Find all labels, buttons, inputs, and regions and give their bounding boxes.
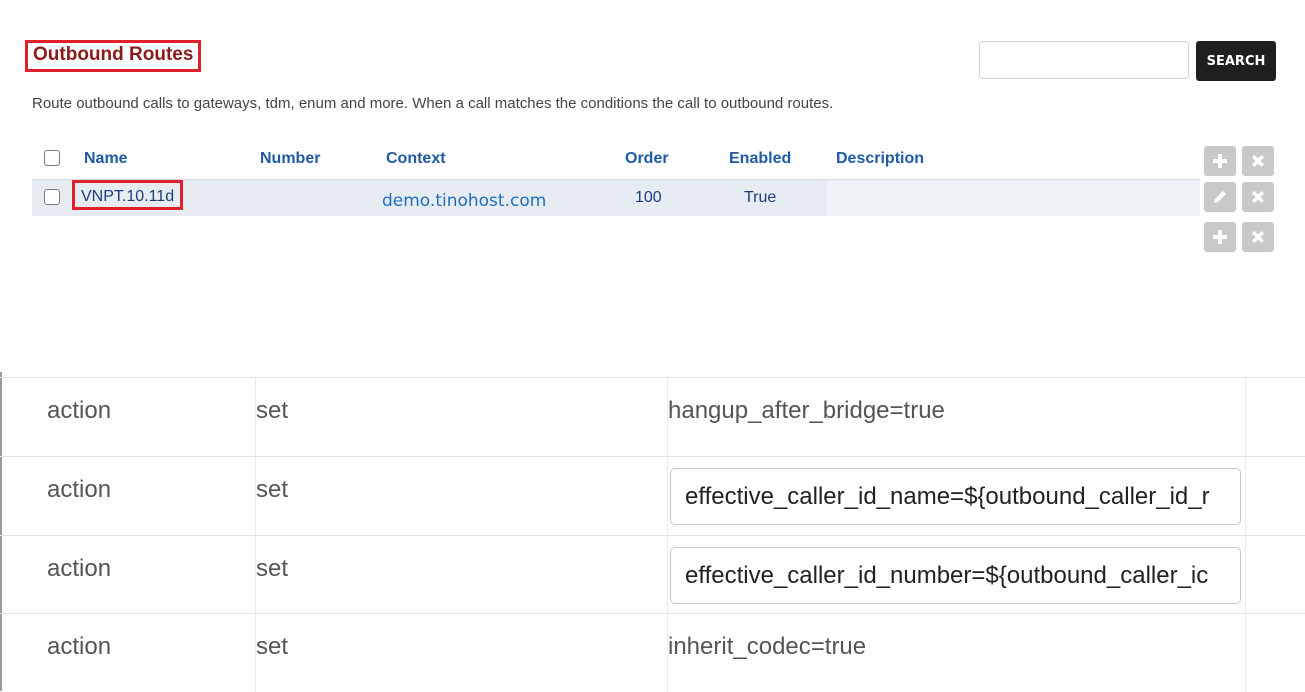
select-all-checkbox[interactable]: [44, 150, 60, 166]
column-header-context[interactable]: Context: [386, 141, 446, 177]
column-header-order[interactable]: Order: [625, 141, 669, 177]
row-name-link[interactable]: VNPT.10.11d: [72, 180, 184, 210]
column-header-name[interactable]: Name: [84, 141, 128, 177]
x-icon: [1250, 229, 1266, 245]
detail-row: action set inherit_codec=true: [0, 613, 1305, 692]
detail-type: set: [256, 555, 289, 582]
edit-row-button[interactable]: [1204, 182, 1236, 212]
delete-selected-button-bottom[interactable]: [1242, 222, 1274, 252]
add-button[interactable]: [1204, 146, 1236, 176]
delete-selected-button[interactable]: [1242, 146, 1274, 176]
detail-type: set: [256, 633, 289, 660]
detail-row: action set effective_caller_id_name=${ou…: [0, 456, 1305, 535]
detail-row: action set hangup_after_bridge=true: [0, 377, 1305, 456]
row-context: demo.tinohost.com: [382, 191, 547, 211]
detail-data-input[interactable]: effective_caller_id_number=${outbound_ca…: [670, 547, 1241, 604]
row-order: 100: [635, 189, 662, 206]
detail-tag: action: [47, 555, 112, 582]
search-button[interactable]: SEARCH: [1196, 41, 1276, 81]
column-header-number[interactable]: Number: [260, 141, 320, 177]
plus-icon: [1212, 153, 1228, 169]
detail-tag: action: [47, 476, 112, 503]
row-description-cell: [827, 180, 1200, 216]
detail-tag: action: [47, 633, 112, 660]
page-description: Route outbound calls to gateways, tdm, e…: [32, 95, 834, 112]
table-header: Name Number Context Order Enabled Descri…: [32, 141, 1200, 177]
detail-data-input[interactable]: effective_caller_id_name=${outbound_call…: [670, 468, 1241, 525]
column-header-enabled[interactable]: Enabled: [729, 141, 791, 177]
column-header-description[interactable]: Description: [836, 141, 924, 177]
add-button-bottom[interactable]: [1204, 222, 1236, 252]
detail-tag: action: [47, 397, 112, 424]
delete-row-button[interactable]: [1242, 182, 1274, 212]
detail-data: inherit_codec=true: [668, 633, 867, 660]
x-icon: [1250, 153, 1266, 169]
plus-icon: [1212, 229, 1228, 245]
pencil-icon: [1211, 188, 1229, 206]
detail-row: action set effective_caller_id_number=${…: [0, 535, 1305, 614]
detail-type: set: [256, 397, 289, 424]
detail-type: set: [256, 476, 289, 503]
search-input[interactable]: [979, 41, 1189, 79]
table-row[interactable]: VNPT.10.11d demo.tinohost.com 100 True: [32, 179, 1200, 216]
row-enabled: True: [744, 189, 777, 206]
row-checkbox[interactable]: [44, 189, 60, 205]
detail-data: hangup_after_bridge=true: [668, 397, 945, 424]
page-title: Outbound Routes: [25, 40, 202, 72]
x-icon: [1250, 189, 1266, 205]
